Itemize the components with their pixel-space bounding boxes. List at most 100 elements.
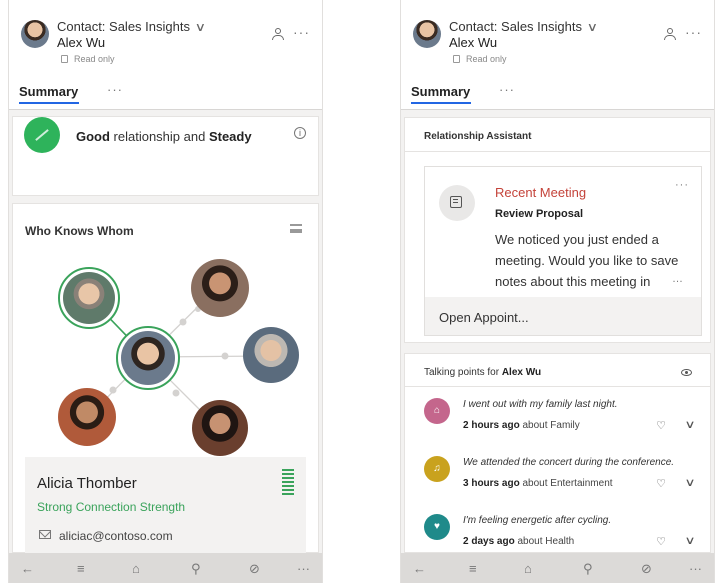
talking-point-item[interactable]: ♫ We attended the concert during the con… (405, 450, 710, 508)
contact-form-selector[interactable]: Contact: Sales Insights ∨ (57, 19, 207, 34)
more-icon[interactable]: ··· (689, 561, 702, 576)
relationship-assistant-title: Relationship Assistant (424, 131, 532, 142)
tab-underline (19, 102, 79, 104)
ellipsis-icon: … (672, 273, 683, 285)
menu-icon[interactable]: ≡ (77, 561, 85, 576)
heart-icon[interactable]: ♡ (656, 419, 666, 432)
person-photo[interactable] (58, 267, 120, 329)
contact-header: Contact: Sales Insights ∨ Alex Wu Read on… (401, 0, 714, 110)
talking-point-time: 2 hours ago (463, 420, 520, 431)
relationship-assistant-card: Relationship Assistant Recent Meeting ··… (404, 117, 711, 343)
read-only-status: Read only (453, 54, 507, 64)
family-icon: ⌂ (424, 398, 450, 424)
contact-name: Alex Wu (449, 35, 498, 50)
talking-point-quote: I'm feeling energetic after cycling. (463, 515, 612, 526)
back-icon[interactable]: ← (413, 561, 426, 576)
person-photo[interactable] (192, 400, 248, 456)
contact-header: Contact: Sales Insights ∨ Alex Wu Read on… (9, 0, 322, 110)
bottom-nav: ← ≡ ⌂ ⚲ ⊘ ··· (9, 553, 322, 583)
relationship-trend: Steady (208, 129, 252, 144)
contact-form-label: Contact: Sales Insights (449, 19, 582, 34)
mail-icon (39, 530, 51, 539)
tabs-more-icon[interactable]: ··· (107, 82, 123, 97)
more-icon[interactable]: ··· (293, 24, 310, 40)
menu-icon[interactable]: ≡ (469, 561, 477, 576)
divider (405, 151, 710, 152)
relationship-quality: Good (76, 129, 110, 144)
talking-point-meta: 2 days ago about Health (463, 536, 574, 547)
talking-point-about: about (519, 420, 551, 431)
graph-node-dot (179, 318, 187, 326)
assistant-action-card[interactable]: Recent Meeting ··· Review Proposal We no… (424, 166, 702, 336)
calendar-icon (439, 185, 475, 221)
chevron-down-icon[interactable]: ∨ (684, 418, 695, 431)
more-icon[interactable]: ··· (297, 561, 310, 576)
relationship-middle: relationship and (109, 129, 209, 144)
talking-point-time: 3 hours ago (463, 478, 520, 489)
talking-points-card: Talking points for Alex Wu ⌂ I went out … (404, 353, 711, 553)
contact-avatar[interactable] (21, 20, 49, 48)
talking-point-meta: 3 hours ago about Entertainment (463, 478, 613, 489)
talking-point-topic: Health (545, 536, 575, 547)
search-icon[interactable]: ⚲ (191, 561, 201, 577)
more-icon[interactable]: ··· (685, 24, 702, 40)
lock-icon (61, 55, 68, 63)
person-photo[interactable] (58, 388, 116, 446)
talking-point-topic: Entertainment (550, 478, 613, 489)
talking-point-item[interactable]: ⌂ I went out with my family last night. … (405, 392, 710, 450)
home-icon[interactable]: ⌂ (524, 561, 532, 576)
person-icon[interactable] (664, 28, 676, 40)
person-photo-selected[interactable] (116, 326, 180, 390)
divider (405, 386, 710, 387)
heart-icon[interactable]: ♡ (656, 535, 666, 548)
chevron-down-icon: ∨ (194, 20, 207, 34)
entertainment-icon: ♫ (424, 456, 450, 482)
heart-icon[interactable]: ♡ (656, 477, 666, 490)
selected-person-email[interactable]: aliciac@contoso.com (59, 529, 173, 543)
open-appointment-button[interactable]: Open Appoint... (425, 297, 701, 335)
relationship-health-icon (24, 117, 60, 153)
relationship-health-card: Good relationship and Steady i (12, 116, 319, 196)
back-icon[interactable]: ← (21, 561, 34, 576)
chevron-down-icon: ∨ (586, 20, 599, 34)
relationship-health-text: Good relationship and Steady (76, 129, 252, 144)
left-app-screen: Contact: Sales Insights ∨ Alex Wu Read on… (8, 0, 323, 583)
talking-point-topic: Family (550, 420, 580, 431)
right-app-screen: Contact: Sales Insights ∨ Alex Wu Read on… (400, 0, 715, 583)
tab-summary[interactable]: Summary (19, 84, 78, 99)
connection-strength-bars (282, 469, 294, 497)
graph-node-dot (172, 389, 180, 397)
contact-name: Alex Wu (57, 35, 106, 50)
selected-person-card[interactable]: Alicia Thomber Strong Connection Strengt… (25, 457, 306, 553)
read-only-label: Read only (74, 54, 115, 64)
info-icon[interactable]: i (294, 127, 306, 139)
chevron-down-icon[interactable]: ∨ (684, 476, 695, 489)
read-only-label: Read only (466, 54, 507, 64)
tab-summary[interactable]: Summary (411, 84, 470, 99)
home-icon[interactable]: ⌂ (132, 561, 140, 576)
contact-avatar[interactable] (413, 20, 441, 48)
more-icon[interactable]: ··· (675, 179, 689, 191)
search-icon[interactable]: ⚲ (583, 561, 593, 577)
talking-points-title: Talking points for Alex Wu (424, 367, 541, 378)
bottom-nav: ← ≡ ⌂ ⚲ ⊘ ··· (401, 553, 714, 583)
person-photo[interactable] (243, 327, 299, 383)
tab-underline (411, 102, 471, 104)
contact-form-label: Contact: Sales Insights (57, 19, 190, 34)
person-photo[interactable] (191, 259, 249, 317)
health-icon: ♥ (424, 514, 450, 540)
compose-icon[interactable]: ⊘ (249, 561, 260, 577)
person-icon[interactable] (272, 28, 284, 40)
talking-point-quote: I went out with my family last night. (463, 399, 618, 410)
chevron-down-icon[interactable]: ∨ (684, 534, 695, 547)
assistant-card-kind: Recent Meeting (495, 185, 587, 200)
selected-person-name: Alicia Thomber (37, 475, 137, 492)
contact-form-selector[interactable]: Contact: Sales Insights ∨ (449, 19, 599, 34)
tabs-more-icon[interactable]: ··· (499, 82, 515, 97)
eye-icon[interactable] (681, 369, 692, 376)
talking-point-about: about (514, 536, 546, 547)
talking-point-time: 2 days ago (463, 536, 515, 547)
talking-point-quote: We attended the concert during the confe… (463, 457, 675, 468)
compose-icon[interactable]: ⊘ (641, 561, 652, 577)
assistant-card-body: We noticed you just ended a meeting. Wou… (495, 232, 679, 289)
